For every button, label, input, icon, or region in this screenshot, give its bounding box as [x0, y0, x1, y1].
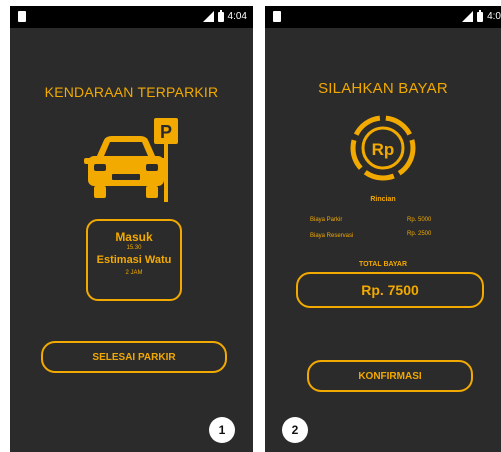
status-time: 4:0	[487, 11, 501, 22]
step-badge-2: 2	[282, 417, 308, 443]
signal-icon	[462, 11, 474, 22]
detail-value-biaya-reservasi: Rp. 2500	[407, 231, 432, 237]
parking-info-box: Masuk 15.30 Estimasi Watu 2 JAM	[86, 219, 182, 301]
selesai-parkir-button[interactable]: SELESAI PARKIR	[41, 341, 227, 373]
battery-icon	[477, 9, 484, 22]
masuk-label: Masuk	[115, 230, 153, 244]
battery-icon	[217, 9, 224, 22]
step-badge-1: 1	[209, 417, 235, 443]
detail-label-biaya-reservasi: Biaya Reservasi	[310, 233, 354, 239]
total-bayar-box: Rp. 7500	[296, 272, 484, 308]
status-bar: 4:04	[10, 6, 253, 28]
page-title: KENDARAAN TERPARKIR	[44, 84, 219, 100]
screen-kendaraan-terparkir: 4:04 KENDARAAN TERPARKIR P Masuk 15.30 E…	[10, 6, 253, 452]
detail-value-biaya-parkir: Rp. 5000	[407, 217, 432, 223]
page-title: SILAHKAN BAYAR	[318, 80, 448, 97]
sim-icon	[18, 11, 26, 22]
total-bayar-label: TOTAL BAYAR	[358, 261, 408, 268]
rupiah-coin-icon: Rp	[350, 115, 416, 181]
screen-silahkan-bayar: 4:0 SILAHKAN BAYAR Rp Rincian Biaya Park…	[265, 6, 501, 452]
estimasi-label: Estimasi Watu	[96, 254, 172, 266]
rincian-label: Rincian	[370, 196, 396, 203]
status-bar: 4:0	[265, 6, 501, 28]
parking-sign-letter: P	[160, 122, 172, 142]
sim-icon	[273, 11, 281, 22]
coin-text: Rp	[372, 140, 395, 159]
status-time: 4:04	[227, 11, 247, 22]
detail-label-biaya-parkir: Biaya Parkir	[310, 217, 343, 223]
estimasi-value: 2 JAM	[125, 270, 143, 276]
konfirmasi-button[interactable]: KONFIRMASI	[307, 360, 473, 392]
signal-icon	[202, 11, 214, 22]
car-parking-icon: P	[84, 118, 178, 202]
masuk-time: 15.30	[126, 245, 142, 251]
